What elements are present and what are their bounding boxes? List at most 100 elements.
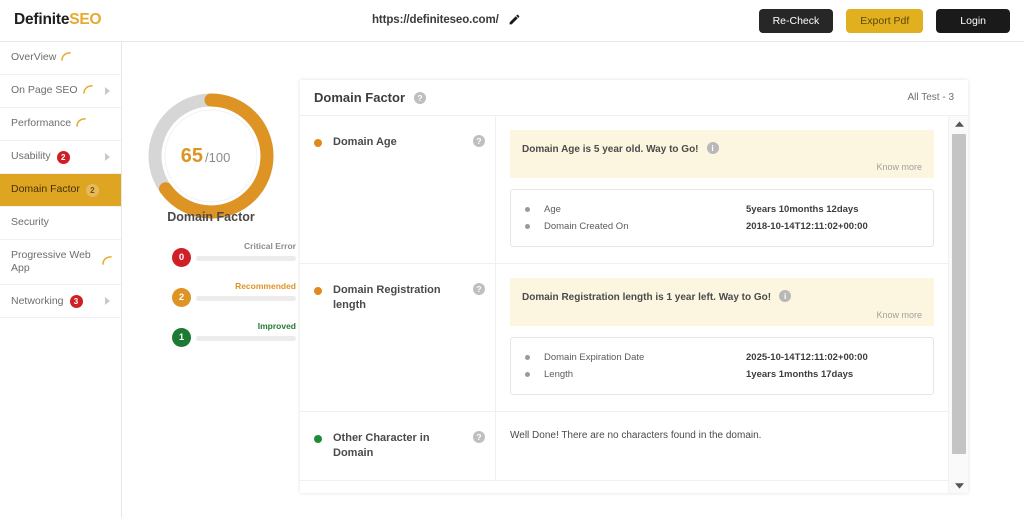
stat-row-improved: 1 Improved <box>134 318 300 358</box>
arc-icon-wrap <box>82 85 94 97</box>
detail-value: 2018-10-14T12:11:02+00:00 <box>746 221 868 232</box>
section-content-col: Well Done! There are no characters found… <box>496 412 948 480</box>
alert-message: Domain Age is 5 year old. Way to Go! <box>522 144 699 155</box>
chevron-right-icon <box>105 297 110 306</box>
gauge-svg: 65 /100 <box>148 93 274 219</box>
help-question-icon[interactable]: ? <box>414 91 427 104</box>
detail-key: Domain Expiration Date <box>544 352 645 363</box>
know-more-link[interactable]: Know more <box>522 162 922 172</box>
login-button[interactable]: Login <box>936 9 1010 33</box>
sidebar-item-label: Usability <box>11 150 51 163</box>
bullet-icon <box>525 224 530 229</box>
info-icon[interactable]: i <box>779 289 792 302</box>
recheck-button[interactable]: Re-Check <box>758 9 834 33</box>
section-name: Other Character in Domain <box>333 432 430 459</box>
info-icon[interactable]: i <box>706 141 719 154</box>
detail-value: 2025-10-14T12:11:02+00:00 <box>746 352 868 363</box>
card-scroll-content: Domain Age? Domain Age is 5 year old. Way… <box>300 116 948 493</box>
sidebar-item-label: Domain Factor <box>11 183 80 196</box>
domain-factor-gauge: 65 /100 <box>141 86 281 226</box>
section-label-col: Domain Registration length? <box>300 264 496 411</box>
page-title: Domain Factor <box>314 90 406 105</box>
section-name: Domain Registration length <box>333 284 441 311</box>
sidebar-item-domain-factor[interactable]: Domain Factor 2 <box>0 174 121 207</box>
gauge-score-total: /100 <box>205 150 230 165</box>
detail-value: 5years 10months 12days <box>746 204 859 215</box>
bullet-icon <box>525 372 530 377</box>
scrollbar-thumb[interactable] <box>952 134 966 454</box>
bullet-icon <box>525 207 530 212</box>
score-panel: 65 /100 Domain Factor 0 Critical Error 2 Re… <box>122 42 300 518</box>
sidebar-item-on-page-seo[interactable]: On Page SEO <box>0 75 121 108</box>
gauge-caption: Domain Factor <box>167 210 255 224</box>
arc-icon-wrap <box>102 256 113 268</box>
detail-value: 1years 1months 17days <box>746 369 854 380</box>
header-actions: Re-Check Export Pdf Login <box>758 9 1010 33</box>
export-pdf-button[interactable]: Export Pdf <box>846 9 924 33</box>
arc-icon <box>76 118 86 127</box>
sidebar-navigation: OverView On Page SEO Performance Usability 2… <box>0 42 122 518</box>
alert-banner: Domain Registration length is 1 year lef… <box>510 278 934 326</box>
detail-row: Domain Created On 2018-10-14T12:11:02+00:… <box>525 218 919 235</box>
sidebar-item-security[interactable]: Security <box>0 207 121 240</box>
status-dot-icon <box>314 139 322 147</box>
arc-icon <box>61 52 72 61</box>
top-header-bar: DefiniteSEO https://definiteseo.com/ Re-… <box>0 0 1024 42</box>
detail-row: Domain Expiration Date 2025-10-14T12:11:0… <box>525 349 919 366</box>
section-label-col: Domain Age? <box>300 116 496 263</box>
section-domain-registration-length: Domain Registration length? Domain Regist… <box>300 264 948 412</box>
section-domain-age: Domain Age? Domain Age is 5 year old. Way… <box>300 116 948 264</box>
sidebar-item-performance[interactable]: Performance <box>0 108 121 141</box>
detail-box: Age 5years 10months 12days Domain Created … <box>510 189 934 247</box>
section-help-icon[interactable]: ? <box>473 283 485 295</box>
detail-key: Length <box>544 369 574 380</box>
stat-row-recommended: 2 Recommended <box>134 278 300 318</box>
sidebar-item-badge: 3 <box>69 294 83 308</box>
subdomain-result-header: Subdomain Result <box>300 481 948 493</box>
sidebar-item-label: Progressive Web App <box>11 249 91 275</box>
domain-factor-card: Domain Factor ? All Test - 3 Domain Age?… <box>300 80 968 493</box>
sidebar-item-badge: 2 <box>56 150 70 164</box>
section-name: Domain Age <box>333 136 397 148</box>
stat-label: Critical Error <box>244 241 296 251</box>
detail-key: Domain Created On <box>544 221 629 232</box>
section-message: Well Done! There are no characters found… <box>510 430 762 441</box>
stat-count-badge: 1 <box>172 328 191 347</box>
sidebar-item-networking[interactable]: Networking 3 <box>0 285 121 319</box>
chevron-up-icon[interactable] <box>949 116 969 132</box>
know-more-link[interactable]: Know more <box>522 310 922 320</box>
sidebar-item-progressive-web-app[interactable]: Progressive Web App <box>0 240 121 286</box>
status-dot-icon <box>314 435 322 443</box>
arc-icon <box>102 256 112 265</box>
sidebar-item-label: Performance <box>11 117 72 130</box>
stat-count-badge: 0 <box>172 248 191 267</box>
arc-icon-wrap <box>61 52 72 64</box>
stat-count-badge: 2 <box>172 288 191 307</box>
url-display: https://definiteseo.com/ <box>372 13 521 26</box>
gauge-score-value: 65 <box>181 145 203 167</box>
section-content-col: Domain Registration length is 1 year lef… <box>496 264 948 411</box>
chevron-down-icon[interactable] <box>949 477 969 493</box>
vertical-scrollbar[interactable] <box>948 116 968 493</box>
sidebar-item-label: On Page SEO <box>11 84 78 97</box>
pencil-icon[interactable] <box>508 13 521 26</box>
logo-accent-text: SEO <box>69 11 102 28</box>
sidebar-item-label: Security <box>11 216 49 229</box>
card-header: Domain Factor ? All Test - 3 <box>300 80 968 116</box>
sidebar-item-overview[interactable]: OverView <box>0 42 121 75</box>
app-logo[interactable]: DefiniteSEO <box>14 11 102 29</box>
detail-key: Age <box>544 204 561 215</box>
section-help-icon[interactable]: ? <box>473 431 485 443</box>
detail-row: Age 5years 10months 12days <box>525 201 919 218</box>
detail-row: Length 1years 1months 17days <box>525 366 919 383</box>
section-help-icon[interactable]: ? <box>473 135 485 147</box>
site-url-text: https://definiteseo.com/ <box>372 13 499 26</box>
chevron-right-icon <box>105 153 110 161</box>
sidebar-item-badge: 2 <box>85 183 99 197</box>
stat-progress-track <box>196 296 296 301</box>
all-test-count: All Test - 3 <box>907 92 955 103</box>
stat-progress-track <box>196 336 296 341</box>
stat-row-critical-error: 0 Critical Error <box>134 238 300 278</box>
sidebar-item-usability[interactable]: Usability 2 <box>0 141 121 174</box>
stat-label: Improved <box>257 321 296 331</box>
